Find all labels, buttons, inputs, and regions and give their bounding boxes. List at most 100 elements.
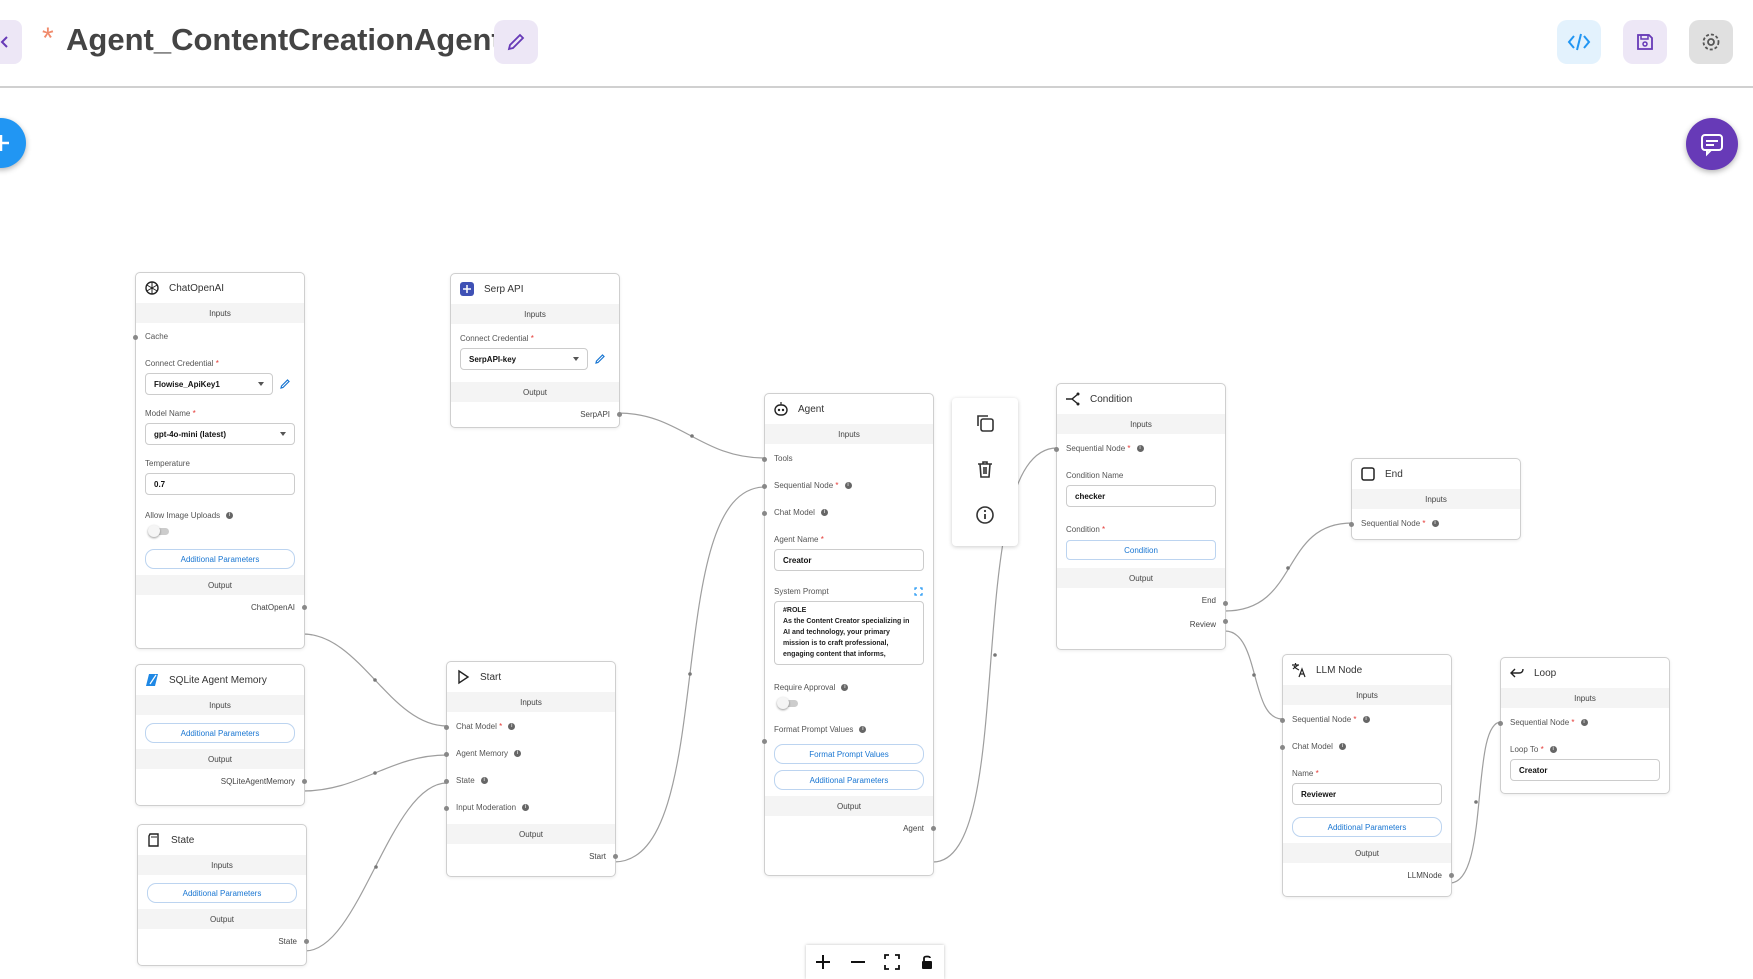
duplicate-node-button[interactable] <box>973 411 997 435</box>
tools-handle[interactable] <box>762 457 767 462</box>
image-uploads-toggle[interactable] <box>148 525 169 537</box>
edit-credential-icon[interactable] <box>279 378 291 390</box>
require-approval-label-text: Require Approval <box>774 683 836 692</box>
node-header: State <box>138 825 306 855</box>
info-icon[interactable]: i <box>1431 520 1439 528</box>
state-handle[interactable] <box>444 779 449 784</box>
output-label: LLMNode <box>1407 870 1442 880</box>
info-icon[interactable]: i <box>522 804 530 812</box>
info-icon[interactable]: i <box>226 512 234 520</box>
node-sqlite-memory[interactable]: SQLite Agent Memory Inputs Additional Pa… <box>135 664 307 806</box>
sequential-node-handle[interactable] <box>1054 447 1059 452</box>
node-chatopenai[interactable]: ChatOpenAI Inputs Cache Connect Credenti… <box>133 272 307 649</box>
output-end-handle[interactable] <box>1223 601 1228 606</box>
info-icon[interactable]: i <box>1362 716 1370 724</box>
edge-label-8 <box>1252 673 1256 677</box>
edge-label-6 <box>993 653 997 657</box>
node-header: SQLite Agent Memory <box>136 665 304 695</box>
temperature-label: Temperature <box>145 459 190 468</box>
info-icon[interactable]: i <box>480 777 488 785</box>
info-icon[interactable]: i <box>859 726 867 734</box>
required-marker: * <box>1571 718 1575 727</box>
output-handle[interactable] <box>302 779 307 784</box>
system-prompt-textarea[interactable]: #ROLE As the Content Creator specializin… <box>774 601 924 665</box>
condition-button[interactable]: Condition <box>1066 540 1216 560</box>
sequential-node-handle[interactable] <box>1498 721 1503 726</box>
credential-value: Flowise_ApiKey1 <box>154 379 220 389</box>
output-row: State <box>138 929 309 953</box>
inputs-band: Inputs <box>1057 414 1225 434</box>
info-icon[interactable]: i <box>1549 746 1557 754</box>
info-icon[interactable]: i <box>841 684 849 692</box>
output-handle[interactable] <box>613 854 618 859</box>
agent-name-label-text: Agent Name <box>774 535 819 544</box>
additional-params-button[interactable]: Additional Parameters <box>147 883 297 903</box>
format-prompt-button[interactable]: Format Prompt Values <box>774 744 924 764</box>
format-prompt-field: Format Prompt Values i <box>762 711 933 744</box>
condition-name-input[interactable]: checker <box>1066 485 1216 507</box>
chat-model-field: Chat Model i <box>1280 728 1451 755</box>
info-icon[interactable]: i <box>1338 743 1346 751</box>
fit-view-icon[interactable] <box>883 953 901 971</box>
zoom-in-icon[interactable] <box>814 953 832 971</box>
node-loop[interactable]: Loop Inputs Sequential Node * i Loop To *… <box>1498 657 1670 794</box>
output-handle[interactable] <box>617 412 622 417</box>
temperature-input[interactable]: 0.7 <box>145 473 295 495</box>
node-title: SQLite Agent Memory <box>169 674 267 686</box>
chat-model-handle[interactable] <box>444 725 449 730</box>
node-start[interactable]: Start Inputs Chat Model * i Agent Memory i… <box>444 661 618 877</box>
sequential-node-handle[interactable] <box>1280 718 1285 723</box>
name-input[interactable]: Reviewer <box>1292 783 1442 805</box>
output-handle[interactable] <box>931 826 936 831</box>
info-icon[interactable]: i <box>514 750 522 758</box>
node-state[interactable]: State Inputs Additional Parameters Outpu… <box>137 824 309 966</box>
node-condition[interactable]: Condition Inputs Sequential Node * i Cond… <box>1054 383 1228 650</box>
info-icon[interactable]: i <box>508 723 516 731</box>
additional-params-button[interactable]: Additional Parameters <box>774 770 924 790</box>
node-info-button[interactable] <box>973 503 997 527</box>
zoom-out-icon[interactable] <box>849 953 867 971</box>
loop-to-input[interactable]: Creator <box>1510 759 1660 781</box>
additional-params-button[interactable]: Additional Parameters <box>1292 817 1442 837</box>
credential-label: Connect Credential * <box>460 334 610 343</box>
input-moderation-handle[interactable] <box>444 806 449 811</box>
edge-label-9 <box>1474 800 1478 804</box>
node-end[interactable]: End Inputs Sequential Node * i <box>1349 458 1521 540</box>
sequential-node-handle[interactable] <box>762 484 767 489</box>
node-title: Loop <box>1534 667 1557 679</box>
cache-handle[interactable] <box>133 335 138 340</box>
sequential-node-label: Sequential Node * i <box>1066 444 1216 453</box>
credential-select[interactable]: Flowise_ApiKey1 <box>145 373 273 395</box>
additional-params-button[interactable]: Additional Parameters <box>145 723 295 743</box>
node-llm[interactable]: LLM Node Inputs Sequential Node * i Chat … <box>1280 654 1454 897</box>
sequential-node-handle[interactable] <box>1349 522 1354 527</box>
delete-node-button[interactable] <box>973 457 997 481</box>
node-serpapi[interactable]: Serp API Inputs Connect Credential * Ser… <box>450 273 622 428</box>
sequential-node-field: Sequential Node * i <box>1349 509 1520 532</box>
agent-memory-handle[interactable] <box>444 752 449 757</box>
output-handle[interactable] <box>302 605 307 610</box>
expand-icon[interactable] <box>914 587 923 596</box>
chat-model-handle[interactable] <box>1280 745 1285 750</box>
format-prompt-handle[interactable] <box>762 739 767 744</box>
output-handle[interactable] <box>304 939 309 944</box>
model-select[interactable]: gpt-4o-mini (latest) <box>145 423 295 445</box>
output-review-handle[interactable] <box>1223 619 1228 624</box>
edit-credential-icon[interactable] <box>594 353 606 365</box>
require-approval-toggle[interactable] <box>777 697 798 709</box>
info-icon[interactable]: i <box>1136 445 1144 453</box>
credential-select[interactable]: SerpAPI-key <box>460 348 588 370</box>
additional-params-button[interactable]: Additional Parameters <box>145 549 295 569</box>
node-agent[interactable]: Agent Inputs Tools Sequential Node * i Ch… <box>762 393 936 876</box>
lock-icon[interactable] <box>918 953 936 971</box>
sequential-node-field: Sequential Node * i <box>1280 705 1451 728</box>
node-header: LLM Node <box>1283 655 1451 685</box>
output-handle[interactable] <box>1449 873 1454 878</box>
node-toolbar <box>952 398 1018 546</box>
info-icon[interactable]: i <box>820 509 828 517</box>
info-icon[interactable]: i <box>1580 719 1588 727</box>
chat-model-handle[interactable] <box>762 511 767 516</box>
info-icon[interactable]: i <box>844 482 852 490</box>
agent-name-input[interactable]: Creator <box>774 549 924 571</box>
required-marker: * <box>215 359 219 368</box>
